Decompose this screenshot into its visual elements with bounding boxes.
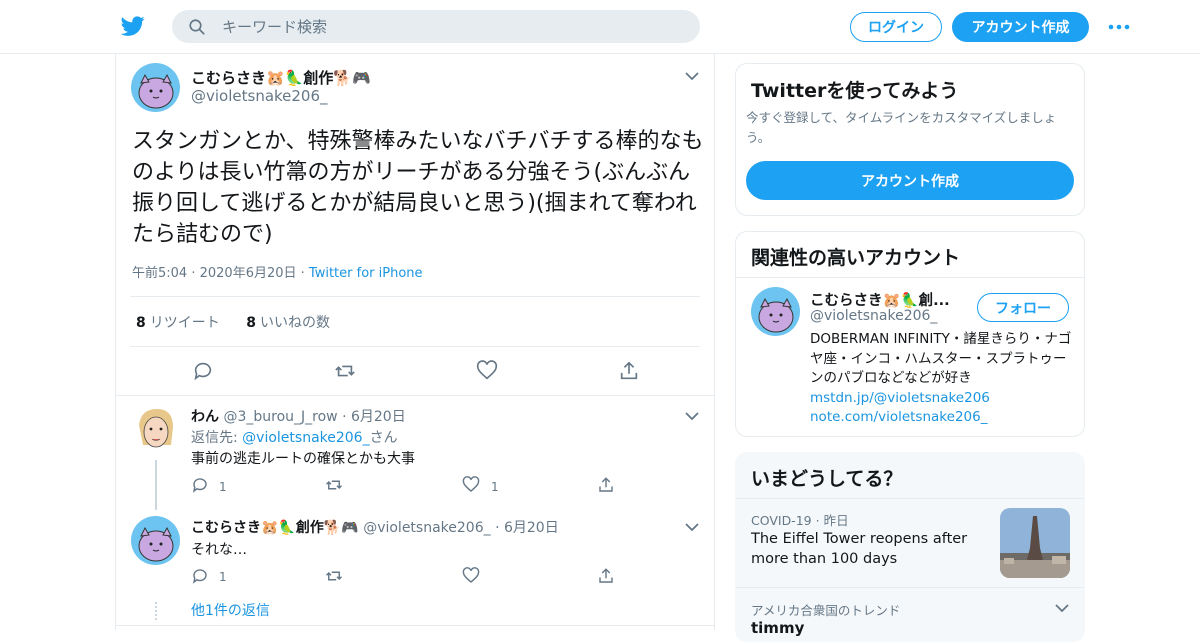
divider	[116, 625, 714, 626]
reply-count: 1	[219, 570, 227, 584]
author-avatar[interactable]	[131, 63, 180, 112]
thread-line	[155, 460, 157, 510]
trend-image[interactable]	[1000, 508, 1070, 578]
related-card-title: 関連性の高いアカウント	[751, 247, 961, 269]
tweet-meta: 午前5:04 · 2020年6月20日 · Twitter for iPhone	[132, 266, 423, 281]
reply-author-name[interactable]: こむらさき🐹🦜創作🐕🎮	[191, 520, 359, 536]
signup-card-title: Twitterを使ってみよう	[751, 80, 959, 102]
reply-author-name[interactable]: わん	[191, 409, 219, 425]
signup-button[interactable]: アカウント作成	[952, 12, 1089, 42]
twitter-logo-icon[interactable]	[120, 14, 146, 38]
chevron-down-icon[interactable]	[684, 522, 700, 532]
follow-button[interactable]: フォロー	[977, 293, 1069, 322]
signup-card: Twitterを使ってみよう 今すぐ登録して、タイムラインをカスタマイズしましょ…	[735, 63, 1085, 216]
reply-icon[interactable]	[191, 476, 209, 494]
reply-header: こむらさき🐹🦜創作🐕🎮 @violetsnake206_ · 6月20日	[191, 520, 559, 536]
related-handle[interactable]: @violetsnake206_	[810, 308, 937, 324]
signup-card-button[interactable]: アカウント作成	[746, 161, 1074, 200]
top-bar: ログイン アカウント作成	[0, 0, 1200, 54]
reply-to-handle[interactable]: @violetsnake206_	[242, 430, 369, 446]
trends-card: いまどうしてる？ COVID-19 · 昨日 The Eiffel Tower …	[735, 452, 1085, 642]
share-icon[interactable]	[597, 567, 615, 585]
tweet-date[interactable]: 2020年6月20日	[200, 266, 297, 281]
like-icon[interactable]	[462, 567, 480, 585]
divider	[736, 277, 1084, 278]
more-options-icon[interactable]	[1106, 18, 1132, 36]
reply-header: わん @3_burou_J_row · 6月20日	[191, 409, 406, 425]
trends-card-title: いまどうしてる？	[751, 468, 903, 490]
divider	[736, 498, 1084, 499]
related-name[interactable]: こむらさき🐹🦜創...	[810, 289, 950, 310]
trend-headline[interactable]: The Eiffel Tower reopens after more than…	[751, 529, 991, 569]
reply-avatar[interactable]	[131, 516, 180, 565]
reply-date[interactable]: 6月20日	[504, 520, 559, 536]
retweets-stat[interactable]: 8 リツイート	[136, 315, 220, 331]
reply-avatar[interactable]	[131, 405, 180, 454]
main-column: こむらさき🐹🦜創作🐕🎮 @violetsnake206_ スタンガンとか、特殊警…	[115, 54, 715, 630]
related-link[interactable]: mstdn.jp/@violetsnake206	[810, 390, 990, 406]
share-icon[interactable]	[597, 476, 615, 494]
reply-icon[interactable]	[192, 360, 214, 382]
reply-author-handle[interactable]: @violetsnake206_	[363, 520, 490, 536]
related-accounts-card: 関連性の高いアカウント こむらさき🐹🦜創... @violetsnake206_…	[735, 231, 1085, 437]
chevron-down-icon[interactable]	[1054, 603, 1070, 613]
related-link[interactable]: note.com/violetsnake206_	[810, 409, 987, 425]
tweet-stats: 8 リツイート 8 いいねの数	[136, 312, 330, 332]
search-icon	[189, 19, 205, 35]
like-count: 1	[491, 480, 499, 494]
search-box[interactable]	[172, 10, 700, 43]
reply-author-handle[interactable]: @3_burou_J_row	[223, 409, 337, 425]
author-handle[interactable]: @violetsnake206_	[191, 87, 328, 105]
signup-card-text: 今すぐ登録して、タイムラインをカスタマイズしましょう。	[746, 110, 1057, 145]
related-bio: DOBERMAN INFINITY・諸星きらり・ナゴヤ座・インコ・ハムスター・ス…	[810, 331, 1072, 425]
divider	[736, 587, 1084, 588]
chevron-down-icon[interactable]	[684, 71, 700, 81]
related-avatar[interactable]	[751, 287, 800, 336]
reply-text: 事前の逃走ルートの確保とかも大事	[191, 451, 415, 467]
retweet-icon[interactable]	[325, 567, 343, 585]
divider	[130, 346, 700, 347]
chevron-down-icon[interactable]	[684, 411, 700, 421]
reply-count: 1	[219, 480, 227, 494]
tweet-source-link[interactable]: Twitter for iPhone	[309, 266, 423, 281]
tweet-text: スタンガンとか、特殊警棒みたいなバチバチする棒的なものよりは長い竹箒の方がリーチ…	[132, 129, 704, 247]
retweet-icon[interactable]	[325, 476, 343, 494]
reply-to-line: 返信先: @violetsnake206_さん	[191, 430, 398, 446]
trend-meta: アメリカ合衆国のトレンド	[751, 603, 901, 618]
more-replies-link[interactable]: 他1件の返信	[191, 600, 270, 620]
like-icon[interactable]	[476, 360, 498, 382]
trend-meta: COVID-19 · 昨日	[751, 513, 849, 528]
tweet-time[interactable]: 午前5:04	[132, 266, 187, 281]
reply-icon[interactable]	[191, 567, 209, 585]
share-icon[interactable]	[618, 360, 640, 382]
reply-date[interactable]: 6月20日	[351, 409, 406, 425]
likes-stat[interactable]: 8 いいねの数	[246, 315, 330, 331]
login-button[interactable]: ログイン	[850, 12, 942, 42]
divider	[130, 296, 700, 297]
search-input[interactable]	[222, 15, 682, 38]
retweet-icon[interactable]	[334, 360, 356, 382]
author-name[interactable]: こむらさき🐹🦜創作🐕🎮	[191, 67, 371, 88]
like-icon[interactable]	[462, 476, 480, 494]
thread-dots	[155, 602, 157, 620]
reply-text: それな…	[191, 542, 247, 558]
trend-topic[interactable]: timmy	[751, 619, 804, 637]
divider	[116, 395, 714, 396]
